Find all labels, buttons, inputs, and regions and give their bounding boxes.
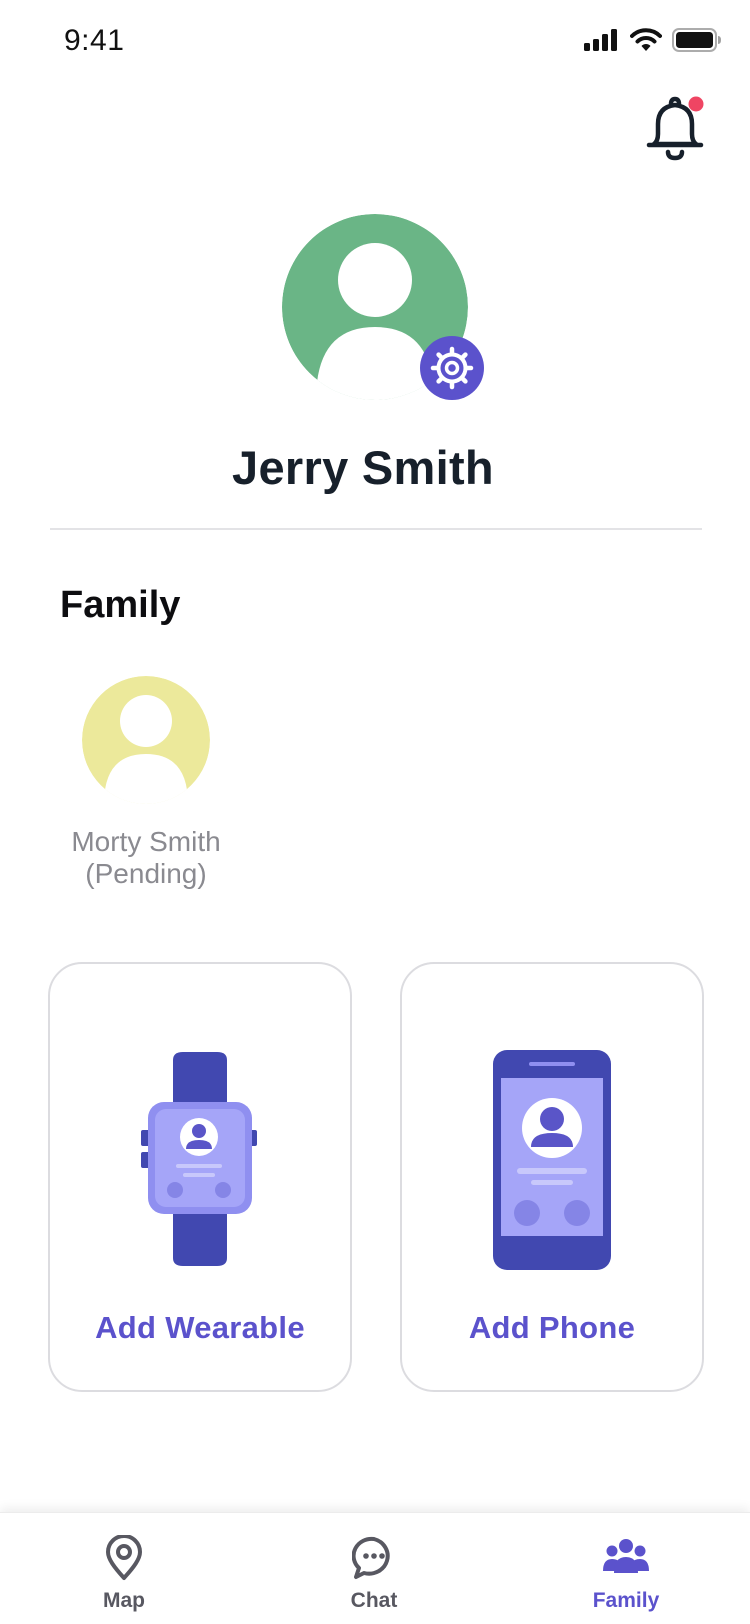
add-wearable-label: Add Wearable (95, 1310, 305, 1345)
wifi-icon (630, 28, 662, 51)
notification-dot (688, 96, 704, 112)
tab-family[interactable]: Family (566, 1535, 686, 1613)
add-wearable-card[interactable]: Add Wearable (48, 962, 352, 1392)
status-icons (584, 28, 722, 52)
map-pin-icon (106, 1535, 142, 1580)
tab-map[interactable]: Map (64, 1535, 184, 1613)
family-section-title: Family (60, 584, 181, 626)
member-status: (Pending) (85, 858, 207, 889)
profile-name: Jerry Smith (232, 441, 494, 494)
bell-icon (646, 96, 704, 161)
tab-map-label: Map (103, 1589, 145, 1612)
chat-bubble-icon (352, 1536, 390, 1579)
gear-icon (420, 336, 484, 400)
add-phone-label: Add Phone (468, 1310, 636, 1345)
profile-settings-button[interactable] (420, 336, 484, 400)
member-avatar (82, 676, 210, 804)
family-member-morty[interactable]: Morty Smith (Pending) (56, 676, 236, 890)
status-time: 9:41 (64, 24, 125, 57)
notifications-button[interactable] (640, 92, 708, 164)
tab-chat-label: Chat (350, 1589, 398, 1612)
smartphone-icon (493, 1050, 611, 1270)
add-phone-card[interactable]: Add Phone (400, 962, 704, 1392)
family-group-icon (603, 1539, 649, 1573)
battery-icon (672, 28, 721, 52)
cellular-signal-icon (584, 29, 617, 51)
member-name: Morty Smith (71, 826, 221, 857)
status-bar: 9:41 (0, 0, 750, 88)
divider (50, 528, 702, 530)
smartwatch-icon (141, 1052, 257, 1266)
tab-chat[interactable]: Chat (314, 1535, 434, 1613)
tab-family-label: Family (592, 1589, 660, 1612)
tab-bar: Map Chat Family (0, 1512, 750, 1624)
